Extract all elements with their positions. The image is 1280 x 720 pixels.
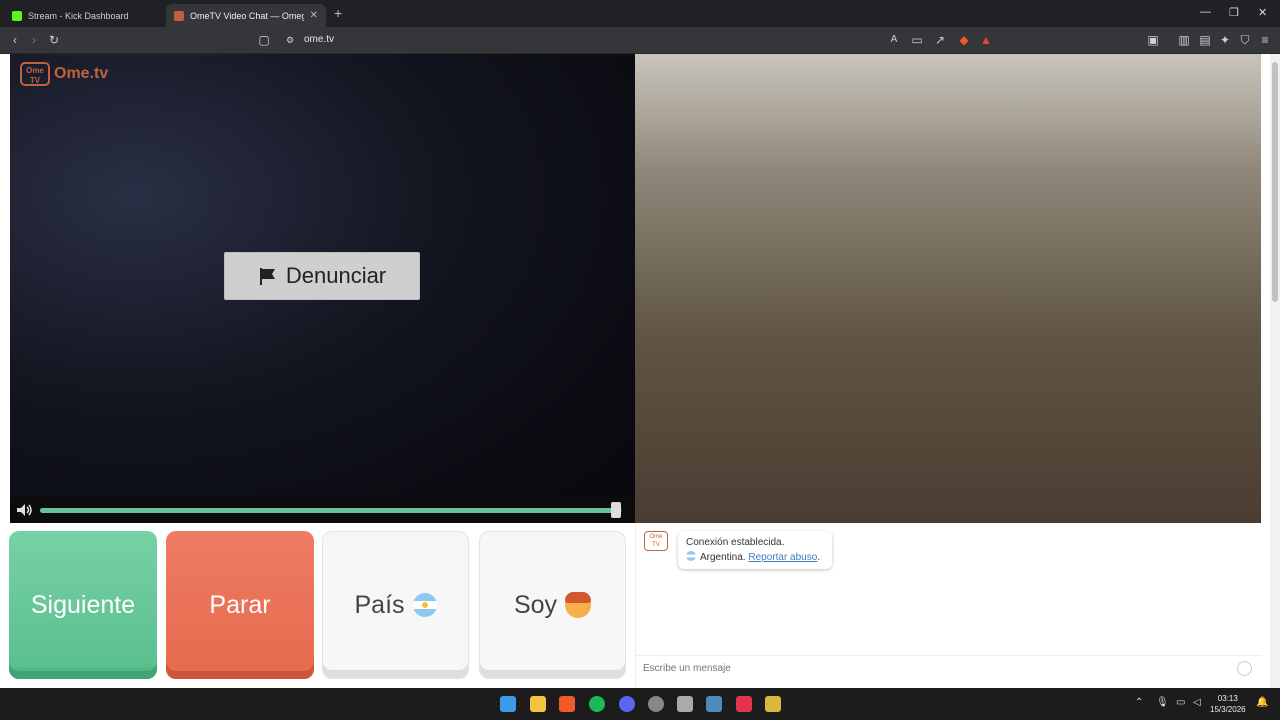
app-icon[interactable] xyxy=(677,696,693,712)
notification-icon[interactable]: 🔔 xyxy=(1256,697,1268,708)
volume-fill xyxy=(40,508,616,513)
bookmark-icon[interactable]: ▢ xyxy=(257,33,271,47)
report-label: Denunciar xyxy=(285,263,387,288)
next-button[interactable]: Siguiente xyxy=(9,531,157,679)
site-info-icon[interactable]: ⚙ xyxy=(283,33,297,47)
clock[interactable]: 03:13 15/3/2026 xyxy=(1210,693,1246,715)
spotify-icon[interactable] xyxy=(589,696,605,712)
start-icon[interactable] xyxy=(500,696,516,712)
volume-bar xyxy=(10,497,635,523)
country-button[interactable]: País xyxy=(322,531,469,679)
gender-label: Soy xyxy=(513,590,558,619)
volume-icon[interactable] xyxy=(16,503,34,517)
browser-toolbar: ‹ › ↻ ▢ ⚙ ome.tv A ▭ ↗ ◆ ▲ ▣ ▥ ▤ ✦ ⛉ ≡ xyxy=(0,27,1280,54)
reload-icon[interactable]: ↻ xyxy=(47,33,61,47)
leo-icon[interactable]: ✦ xyxy=(1218,33,1232,47)
brave-rewards-icon[interactable]: ▲ xyxy=(979,33,993,47)
message-input[interactable] xyxy=(643,656,1223,680)
speaker-icon[interactable]: ◁ xyxy=(1193,697,1201,708)
chat-input-area xyxy=(636,655,1262,681)
report-abuse-link[interactable]: Reportar abuso xyxy=(748,552,817,563)
discord-icon[interactable] xyxy=(619,696,635,712)
argentina-flag-icon xyxy=(412,593,437,617)
network-icon[interactable]: ▭ xyxy=(1176,697,1185,708)
obs-icon[interactable] xyxy=(648,696,664,712)
close-tab-icon[interactable]: ✕ xyxy=(310,10,318,21)
browser-tab-bar: Stream - Kick Dashboard OmeTV Video Chat… xyxy=(0,0,1280,27)
notes-icon[interactable] xyxy=(765,696,781,712)
wallet-icon[interactable]: ▤ xyxy=(1198,33,1212,47)
steam-icon[interactable] xyxy=(706,696,722,712)
boy-face-icon xyxy=(565,592,592,618)
logo-text: Ome.tv xyxy=(54,65,109,82)
stranger-video: Ome TV Ome.tv Denunciar xyxy=(10,54,635,523)
tab-ometv[interactable]: OmeTV Video Chat — Omeg ✕ xyxy=(166,4,326,27)
brave-icon[interactable] xyxy=(559,696,575,712)
site-logo[interactable]: Ome TV Ome.tv xyxy=(20,62,108,86)
game-icon[interactable] xyxy=(736,696,752,712)
country-name: Argentina. xyxy=(700,552,746,563)
country-line: Argentina. Reportar abuso. xyxy=(686,550,824,565)
date: 15/3/2026 xyxy=(1210,705,1246,714)
tab-kick-dashboard[interactable]: Stream - Kick Dashboard xyxy=(4,4,166,27)
microphone-icon[interactable]: 🎙 xyxy=(1156,697,1169,708)
stop-label: Parar xyxy=(209,590,271,619)
translate-icon[interactable]: A xyxy=(887,33,901,47)
report-button[interactable]: Denunciar xyxy=(224,252,420,300)
kick-icon xyxy=(12,10,22,21)
cast-icon[interactable]: ▭ xyxy=(910,33,924,47)
volume-slider[interactable] xyxy=(40,508,622,513)
scrollbar-thumb[interactable] xyxy=(1272,62,1278,302)
stop-button[interactable]: Parar xyxy=(166,531,314,679)
country-label: País xyxy=(354,590,405,619)
argentina-flag-icon xyxy=(686,551,696,561)
vpn-icon[interactable]: ⛉ xyxy=(1238,33,1252,47)
system-message: Conexión establecida. Argentina. Reporta… xyxy=(678,531,832,569)
tab-title: OmeTV Video Chat — Omeg xyxy=(190,10,304,21)
file-explorer-icon[interactable] xyxy=(530,696,546,712)
chat-logo: Ome TV xyxy=(644,531,668,551)
extensions-icon[interactable]: ▣ xyxy=(1146,33,1160,47)
ometv-icon xyxy=(174,10,184,21)
minimize-icon[interactable]: — xyxy=(1200,6,1211,18)
close-window-icon[interactable]: ✕ xyxy=(1258,6,1267,19)
page-scrollbar[interactable] xyxy=(1270,54,1280,688)
self-video xyxy=(635,54,1261,523)
emoji-icon[interactable] xyxy=(1237,661,1252,676)
os-taskbar: ⌃ 🎙 ▭ ◁ 03:13 15/3/2026 🔔 xyxy=(0,688,1280,720)
sidebar-icon[interactable]: ▥ xyxy=(1177,33,1191,47)
tab-title: Stream - Kick Dashboard xyxy=(28,10,129,21)
logo-box: Ome TV xyxy=(20,62,50,86)
connection-status: Conexión establecida. xyxy=(686,537,785,548)
chat-panel: Ome TV Conexión establecida. Argentina. … xyxy=(635,523,1262,688)
gender-button[interactable]: Soy xyxy=(479,531,626,679)
volume-handle[interactable] xyxy=(611,502,621,518)
next-label: Siguiente xyxy=(30,590,136,619)
maximize-icon[interactable]: ❐ xyxy=(1229,6,1239,19)
address-bar[interactable]: ome.tv xyxy=(304,34,334,45)
back-icon[interactable]: ‹ xyxy=(8,33,22,47)
time: 03:13 xyxy=(1217,694,1238,703)
brave-shields-icon[interactable]: ◆ xyxy=(957,33,971,47)
tray-expand-icon[interactable]: ⌃ xyxy=(1135,697,1143,708)
forward-icon[interactable]: › xyxy=(27,33,41,47)
page-content: Ome TV Ome.tv Denunciar Siguiente Parar … xyxy=(0,54,1280,688)
share-icon[interactable]: ↗ xyxy=(933,33,947,47)
new-tab-button[interactable]: + xyxy=(334,5,342,21)
menu-icon[interactable]: ≡ xyxy=(1258,33,1272,47)
flag-icon xyxy=(259,268,275,285)
